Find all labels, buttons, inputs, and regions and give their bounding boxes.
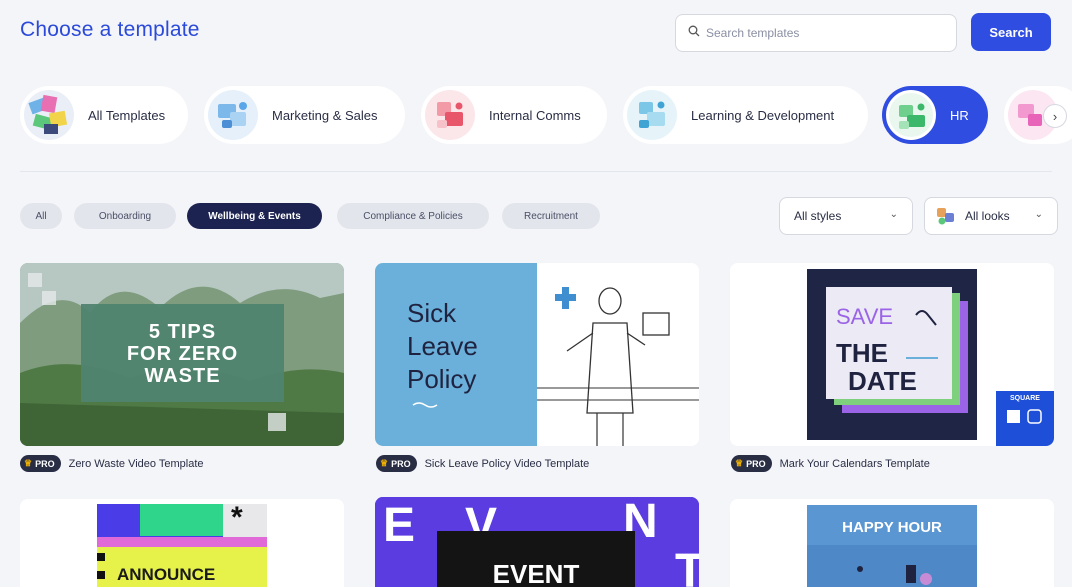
format-badge: SQUARE bbox=[1010, 395, 1040, 402]
template-card-save-the-date[interactable]: SAVE THE DATE SQUARE bbox=[730, 263, 1054, 446]
template-name: Sick Leave Policy Video Template bbox=[424, 457, 590, 470]
category-label: Marketing & Sales bbox=[272, 107, 378, 123]
category-learning-development[interactable]: Learning & Development bbox=[623, 86, 868, 144]
template-label: ♕ PRO Mark Your Calendars Template bbox=[731, 455, 930, 472]
search-button[interactable]: Search bbox=[971, 13, 1051, 51]
looks-icon bbox=[935, 205, 957, 227]
template-name: Zero Waste Video Template bbox=[68, 457, 204, 470]
template-label: ♕ PRO Sick Leave Policy Video Template bbox=[376, 455, 589, 472]
category-hr[interactable]: HR bbox=[882, 86, 988, 144]
template-thumbnail-text: DATE bbox=[848, 366, 917, 396]
template-card-sick-leave[interactable]: Sick Leave Policy bbox=[375, 263, 699, 446]
template-name: Mark Your Calendars Template bbox=[779, 457, 930, 470]
carousel-next-button[interactable]: › bbox=[1043, 104, 1067, 128]
svg-text:T: T bbox=[675, 545, 699, 587]
page-title: Choose a template bbox=[20, 18, 200, 41]
asterisk-icon: * bbox=[231, 501, 243, 534]
category-all-templates[interactable]: All Templates bbox=[20, 86, 188, 144]
template-thumbnail bbox=[730, 499, 1054, 587]
styles-dropdown[interactable]: All styles ⌄ bbox=[779, 197, 913, 235]
filter-onboarding[interactable]: Onboarding bbox=[74, 203, 176, 229]
category-internal-comms[interactable]: Internal Comms bbox=[421, 86, 607, 144]
template-card-happy-hour[interactable]: HAPPY HOUR bbox=[730, 499, 1054, 587]
template-card-announce[interactable]: * ANNOUNCE bbox=[20, 499, 344, 587]
category-thumbnail bbox=[425, 90, 475, 140]
svg-text:E: E bbox=[383, 499, 415, 552]
category-label: Internal Comms bbox=[489, 107, 581, 123]
chevron-down-icon: ⌄ bbox=[889, 209, 898, 220]
template-card-event[interactable]: E V N T EVENT bbox=[375, 497, 699, 587]
chevron-right-icon: › bbox=[1052, 108, 1058, 124]
template-thumbnail-text: THE bbox=[836, 338, 888, 368]
looks-dropdown[interactable]: All looks ⌄ bbox=[924, 197, 1058, 235]
pro-badge: ♕ PRO bbox=[376, 455, 417, 472]
divider bbox=[20, 171, 1052, 172]
template-thumbnail-text: ANNOUNCE bbox=[117, 565, 216, 584]
category-thumbnail bbox=[886, 90, 936, 140]
template-thumbnail-text: SAVE bbox=[836, 304, 894, 329]
category-carousel: All Templates Marketing & Sales Internal… bbox=[0, 86, 1072, 146]
filter-recruitment[interactable]: Recruitment bbox=[502, 203, 600, 229]
category-thumbnail bbox=[24, 90, 74, 140]
styles-dropdown-value: All styles bbox=[794, 209, 842, 223]
template-thumbnail-text: 5 TIPS FOR ZERO WASTE bbox=[126, 321, 239, 387]
category-thumbnail bbox=[627, 90, 677, 140]
search-field[interactable] bbox=[675, 14, 957, 52]
category-thumbnail bbox=[208, 90, 258, 140]
template-thumbnail-text: Sick Leave Policy bbox=[407, 298, 478, 394]
pro-badge: ♕ PRO bbox=[731, 455, 772, 472]
pro-badge: ♕ PRO bbox=[20, 455, 61, 472]
template-thumbnail-text: HAPPY HOUR bbox=[842, 519, 942, 536]
filter-all[interactable]: All bbox=[20, 203, 62, 229]
chevron-down-icon: ⌄ bbox=[1034, 209, 1043, 220]
search-input[interactable] bbox=[706, 26, 936, 40]
crown-icon: ♕ bbox=[735, 458, 744, 468]
crown-icon: ♕ bbox=[24, 458, 33, 468]
category-label: HR bbox=[950, 107, 969, 123]
crown-icon: ♕ bbox=[380, 458, 389, 468]
template-thumbnail bbox=[730, 263, 1054, 446]
category-label: Learning & Development bbox=[691, 107, 835, 123]
template-thumbnail-text: EVENT bbox=[492, 559, 580, 587]
template-card-zero-waste[interactable]: 5 TIPS FOR ZERO WASTE bbox=[20, 263, 344, 446]
looks-dropdown-value: All looks bbox=[965, 209, 1010, 223]
category-marketing-sales[interactable]: Marketing & Sales bbox=[204, 86, 405, 144]
category-label: All Templates bbox=[88, 107, 166, 123]
search-icon bbox=[688, 24, 700, 42]
filter-wellbeing-events[interactable]: Wellbeing & Events bbox=[187, 203, 322, 229]
template-label: ♕ PRO Zero Waste Video Template bbox=[20, 455, 204, 472]
filter-compliance-policies[interactable]: Compliance & Policies bbox=[337, 203, 489, 229]
